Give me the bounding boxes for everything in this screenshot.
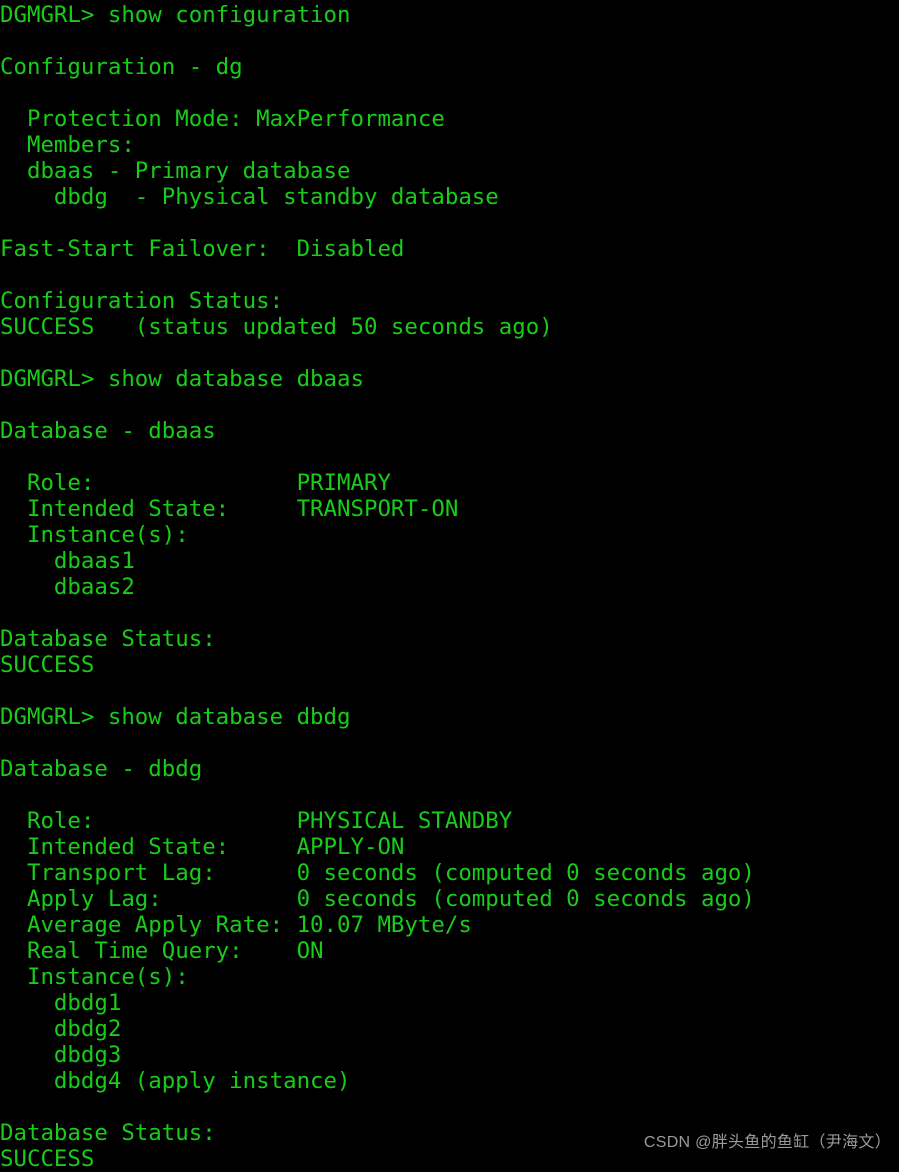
terminal-line: Fast-Start Failover: Disabled — [0, 236, 405, 262]
terminal-line: Transport Lag: 0 seconds (computed 0 sec… — [0, 860, 755, 886]
terminal-line: dbdg4 (apply instance) — [0, 1068, 351, 1094]
terminal-output: DGMGRL> show configuration Configuration … — [0, 0, 899, 1172]
terminal-line: Database - dbdg — [0, 756, 203, 782]
terminal-line: Configuration Status: — [0, 288, 284, 314]
terminal-line: dbaas1 — [0, 548, 135, 574]
terminal-line: Instance(s): — [0, 522, 189, 548]
terminal-line: Apply Lag: 0 seconds (computed 0 seconds… — [0, 886, 755, 912]
terminal-line: Role: PHYSICAL STANDBY — [0, 808, 513, 834]
terminal-line: dbdg - Physical standby database — [0, 184, 499, 210]
terminal-line: Configuration - dg — [0, 54, 243, 80]
terminal-line: Database Status: — [0, 626, 216, 652]
terminal-line: Database Status: — [0, 1120, 216, 1146]
terminal-line: SUCCESS (status updated 50 seconds ago) — [0, 314, 553, 340]
terminal-line: dbdg1 — [0, 990, 122, 1016]
terminal-line: SUCCESS — [0, 1146, 95, 1172]
terminal-line: Intended State: TRANSPORT-ON — [0, 496, 459, 522]
terminal-line: dbaas2 — [0, 574, 135, 600]
terminal-line: Database - dbaas — [0, 418, 216, 444]
terminal-line: Instance(s): — [0, 964, 189, 990]
terminal-line: Members: — [0, 132, 135, 158]
terminal-window[interactable]: DGMGRL> show configuration Configuration … — [0, 0, 899, 1172]
terminal-line: DGMGRL> show database dbdg — [0, 704, 351, 730]
terminal-line: Protection Mode: MaxPerformance — [0, 106, 445, 132]
terminal-line: dbdg2 — [0, 1016, 122, 1042]
terminal-line: Average Apply Rate: 10.07 MByte/s — [0, 912, 472, 938]
terminal-line: DGMGRL> show configuration — [0, 2, 351, 28]
terminal-line: Role: PRIMARY — [0, 470, 391, 496]
terminal-line: SUCCESS — [0, 652, 95, 678]
terminal-line: Intended State: APPLY-ON — [0, 834, 405, 860]
terminal-line: dbdg3 — [0, 1042, 122, 1068]
terminal-line: DGMGRL> show database dbaas — [0, 366, 364, 392]
terminal-line: dbaas - Primary database — [0, 158, 351, 184]
terminal-line: Real Time Query: ON — [0, 938, 324, 964]
